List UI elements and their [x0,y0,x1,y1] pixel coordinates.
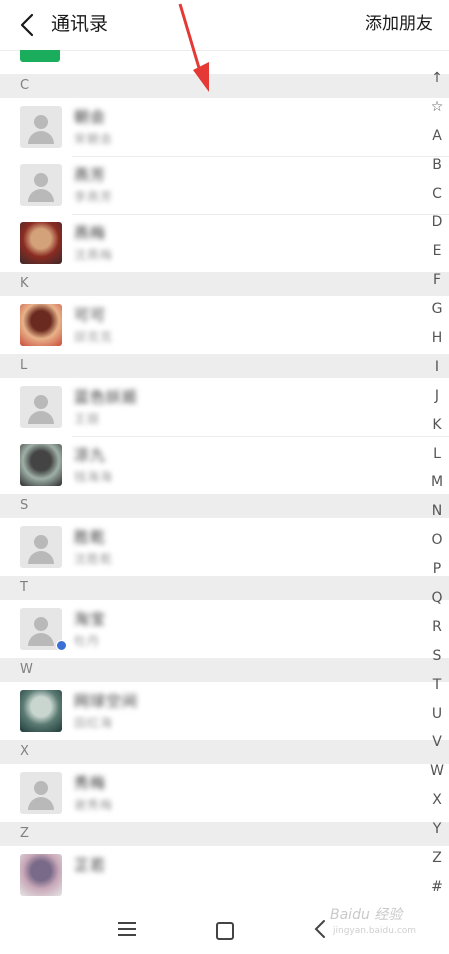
contact-row[interactable]: 淘宝 杜丹 [0,600,449,658]
index-letter[interactable]: Q [424,584,449,613]
contact-row[interactable]: 燕芳 李燕芳 [0,156,449,214]
index-letter[interactable]: F [424,266,449,295]
index-letter[interactable]: P [424,555,449,584]
partial-list-item-icon [20,50,60,62]
photo-avatar [20,690,62,732]
index-letter[interactable]: S [424,642,449,671]
watermark-logo: Baidu 经验 [330,907,403,923]
contact-row[interactable]: 朝会 宋朝会 [0,98,449,156]
contact-name: 燕梅 [74,224,107,242]
verified-badge-icon [56,640,67,651]
contact-list: C 朝会 宋朝会 燕芳 李燕芳 燕梅 沈燕梅 K 可可 邱克克 L 蓝色妖姬 王丽 凉九 钱海海 S 胜乾 沈胜乾… [0,74,449,904]
contact-row[interactable]: 胜乾 沈胜乾 [0,518,449,576]
contact-row[interactable]: 蓝色妖姬 王丽 [0,378,449,436]
index-letter[interactable]: K [424,411,449,440]
index-letter[interactable]: U [424,700,449,729]
home-square-icon[interactable] [216,922,234,940]
index-letter[interactable]: D [424,208,449,237]
index-letter[interactable]: I [424,353,449,382]
contact-remark: 王丽 [74,412,101,426]
nav-back-icon[interactable] [313,919,327,939]
index-letter[interactable]: J [424,382,449,411]
photo-avatar [20,222,62,264]
index-letter[interactable]: E [424,237,449,266]
index-letter[interactable]: A [424,122,449,151]
contact-remark: 杜丹 [74,634,101,648]
index-letter[interactable]: ☆ [424,93,449,122]
index-letter[interactable]: M [424,468,449,497]
contact-remark: 田红海 [74,716,114,730]
contact-row[interactable]: 可可 邱克克 [0,296,449,354]
photo-avatar [20,304,62,346]
contact-row[interactable]: 凉九 钱海海 [0,436,449,494]
contact-row[interactable]: 秀梅 谢秀梅 [0,764,449,822]
contact-name: 芷若 [74,856,107,874]
contact-remark: 钱海海 [74,470,114,484]
contact-remark: 宋朝会 [74,132,114,146]
section-header-l: L [0,354,449,378]
contact-name: 胜乾 [74,528,107,546]
default-avatar-icon [20,164,62,206]
index-letter[interactable]: N [424,497,449,526]
section-header-s: S [0,494,449,518]
section-header-c: C [0,74,449,98]
section-header-z: Z [0,822,449,846]
section-header-x: X [0,740,449,764]
index-letter[interactable]: C [424,180,449,209]
index-letter[interactable]: R [424,613,449,642]
index-letter[interactable]: Y [424,815,449,844]
index-letter[interactable]: # [424,873,449,902]
contact-name: 蓝色妖姬 [74,388,139,406]
contact-name: 淘宝 [74,610,107,628]
index-letter[interactable]: Z [424,844,449,873]
index-letter[interactable]: G [424,295,449,324]
header-bar: 通讯录 添加朋友 [0,0,449,51]
contact-name: 可可 [74,306,107,324]
default-avatar-icon [20,386,62,428]
index-letter[interactable]: H [424,324,449,353]
watermark-url: jingyan.baidu.com [333,926,417,936]
section-header-t: T [0,576,449,600]
contact-name: 秀梅 [74,774,107,792]
default-avatar-icon [20,526,62,568]
contact-remark: 沈胜乾 [74,552,114,566]
index-letter[interactable]: L [424,440,449,469]
contact-remark: 李燕芳 [74,190,114,204]
contact-row[interactable]: 燕梅 沈燕梅 [0,214,449,272]
menu-icon[interactable] [118,922,136,936]
contact-row[interactable]: 网球空间 田红海 [0,682,449,740]
contact-remark: 邱克克 [74,330,114,344]
index-letter[interactable]: W [424,757,449,786]
index-letter[interactable]: T [424,671,449,700]
index-letter[interactable]: O [424,526,449,555]
contact-name: 朝会 [74,108,107,126]
index-letter[interactable]: ↑ [424,64,449,93]
index-letter[interactable]: X [424,786,449,815]
contact-name: 凉九 [74,446,107,464]
index-letter[interactable]: B [424,151,449,180]
section-header-w: W [0,658,449,682]
default-avatar-icon [20,106,62,148]
contact-remark: 沈燕梅 [74,248,114,262]
add-friend-button[interactable]: 添加朋友 [365,12,433,36]
default-avatar-icon [20,772,62,814]
contact-remark: 谢秀梅 [74,798,114,812]
back-arrow-icon[interactable] [16,12,40,38]
section-header-k: K [0,272,449,296]
page-title: 通讯录 [51,13,109,35]
alphabet-index-bar[interactable]: ↑ ☆ A B C D E F G H I J K L M N O P Q R S T U V W X Y Z # [424,64,449,902]
index-letter[interactable]: V [424,728,449,757]
contact-name: 燕芳 [74,166,107,184]
contact-row[interactable]: 芷若 [0,846,449,904]
contact-name: 网球空间 [74,692,139,710]
photo-avatar [20,854,62,896]
photo-avatar [20,444,62,486]
